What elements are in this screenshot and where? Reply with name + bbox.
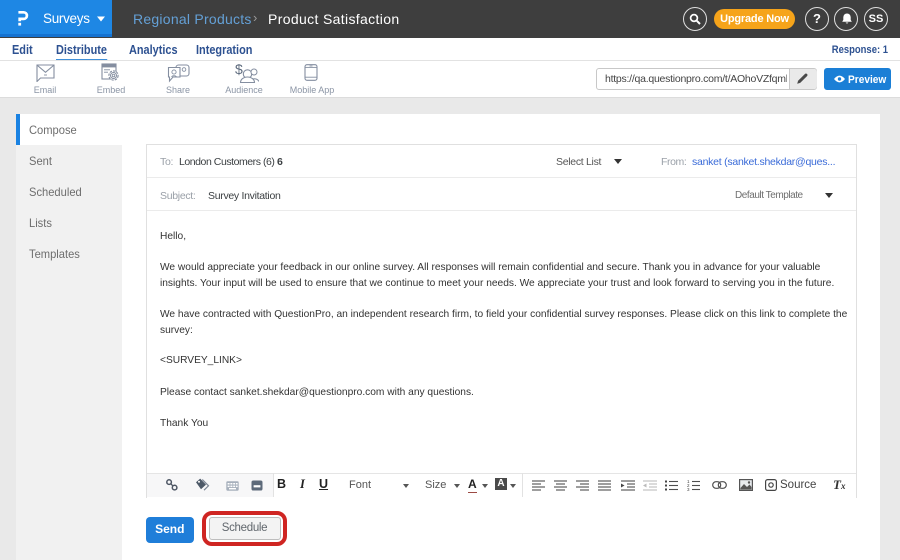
- svg-text:3: 3: [687, 487, 690, 491]
- svg-text:$: $: [235, 62, 243, 77]
